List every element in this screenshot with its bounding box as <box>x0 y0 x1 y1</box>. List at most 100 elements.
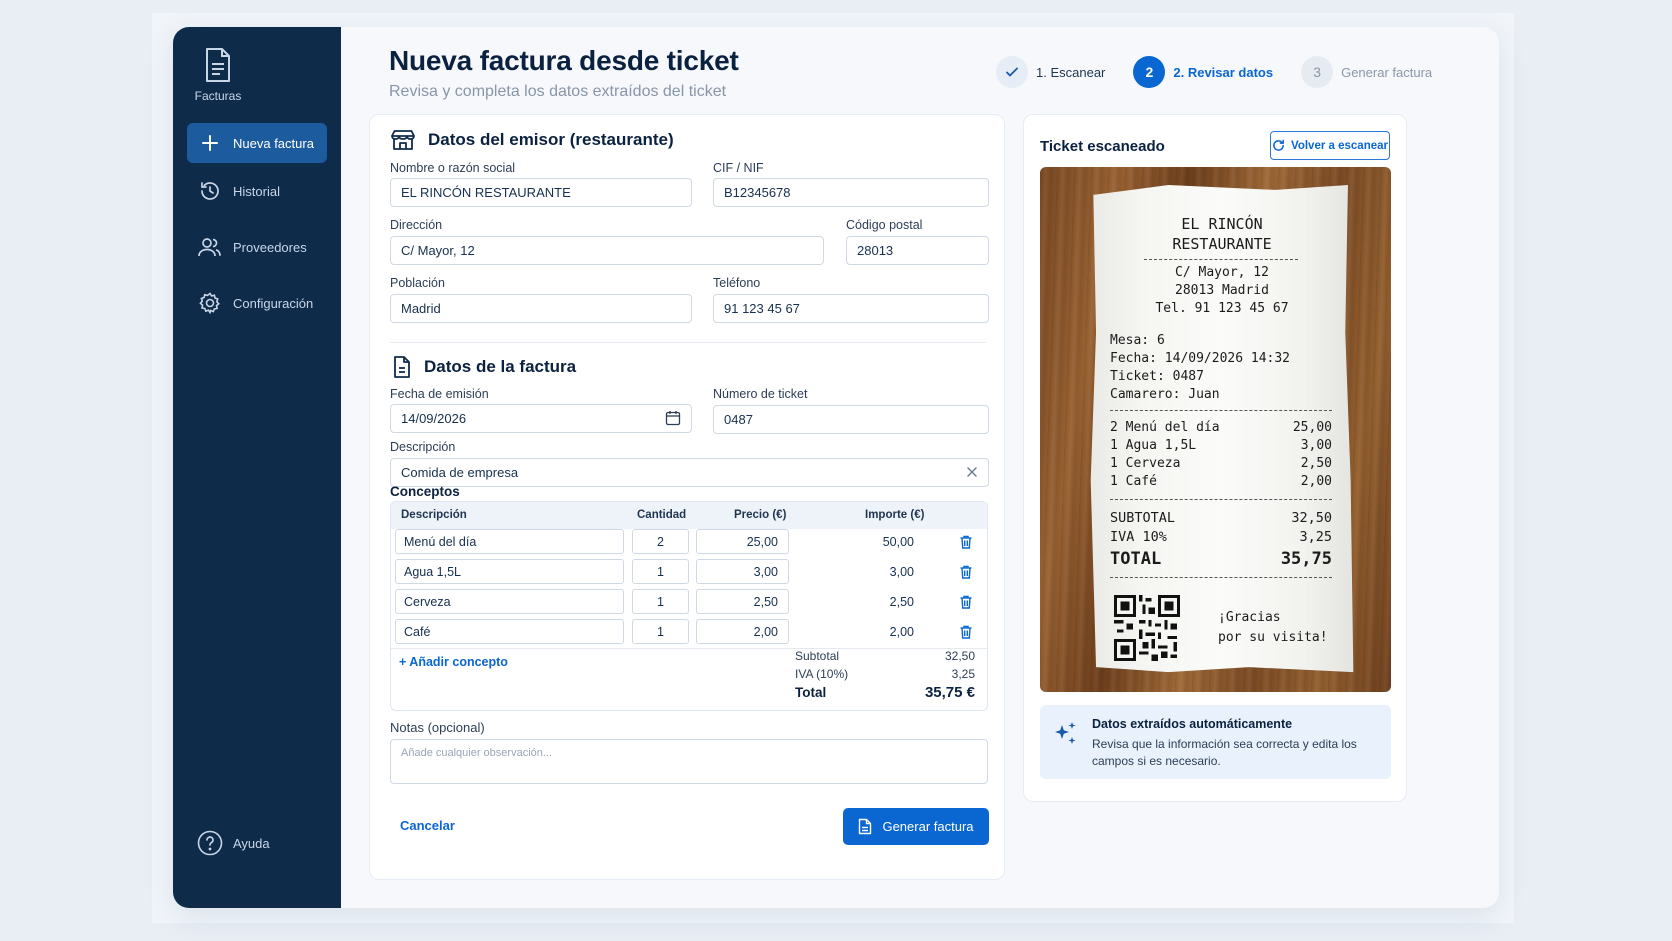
receipt-item-amount: 25,00 <box>1292 420 1332 435</box>
direccion-input[interactable]: C/ Mayor, 12 <box>390 236 824 265</box>
row-precio-input[interactable]: 25,00 <box>696 529 789 554</box>
receipt-divider <box>1144 259 1298 260</box>
row-descripcion-input[interactable]: Agua 1,5L <box>395 559 624 584</box>
calendar-icon[interactable] <box>665 410 681 429</box>
sidebar-item-nueva-factura[interactable]: Nueva factura <box>187 123 327 163</box>
col-descripcion: Descripción <box>401 509 467 521</box>
descripcion-label: Descripción <box>390 440 456 454</box>
step-generar-factura[interactable]: 3 Generar factura <box>1301 56 1432 88</box>
receipt-total-label: TOTAL <box>1110 549 1162 569</box>
receipt-item-amount: 3,00 <box>1300 438 1332 453</box>
sparkles-icon <box>1055 722 1076 744</box>
sidebar: Facturas Nueva factura Historial Proveed… <box>173 27 341 908</box>
ticket-card-title: Ticket escaneado <box>1040 138 1165 155</box>
receipt-divider <box>1110 499 1332 500</box>
row-descripcion-input[interactable]: Café <box>395 619 624 644</box>
sidebar-item-label: Ayuda <box>233 835 270 851</box>
qr-code-icon <box>1114 595 1180 661</box>
row-importe: 50,00 <box>795 529 925 554</box>
step-label: 2. Revisar datos <box>1173 64 1274 80</box>
cp-input[interactable]: 28013 <box>846 236 989 265</box>
sidebar-item-ayuda[interactable]: Ayuda <box>187 823 327 863</box>
fecha-label: Fecha de emisión <box>390 387 489 401</box>
gear-icon <box>195 291 225 315</box>
nombre-label: Nombre o razón social <box>390 161 516 175</box>
generate-label: Generar factura <box>882 819 974 834</box>
auto-extract-info: Datos extraídos automáticamente Revisa q… <box>1040 705 1391 779</box>
rescan-button[interactable]: Volver a escanear <box>1270 131 1390 160</box>
col-precio: Precio (€) <box>734 509 787 521</box>
step-label: 1. Escanear <box>1036 64 1106 80</box>
row-descripcion-input[interactable]: Menú del día <box>395 529 624 554</box>
main-content: Nueva factura desde ticket Revisa y comp… <box>341 27 1499 908</box>
cif-input[interactable]: B12345678 <box>713 178 989 207</box>
store-icon <box>390 129 416 151</box>
nombre-input[interactable]: EL RINCÓN RESTAURANTE <box>390 178 692 207</box>
trash-icon[interactable] <box>958 534 974 550</box>
progress-stepper: 1. Escanear 2 2. Revisar datos 3 Generar… <box>996 56 1460 88</box>
receipt-thanks-line1: ¡Gracias <box>1218 610 1281 625</box>
receipt-item-desc: 1 Agua 1,5L <box>1110 438 1197 453</box>
row-importe: 2,00 <box>795 619 925 644</box>
row-precio-input[interactable]: 3,00 <box>696 559 789 584</box>
row-precio-input[interactable]: 2,00 <box>696 619 789 644</box>
receipt-camarero: Camarero: Juan <box>1110 387 1220 402</box>
telefono-input[interactable]: 91 123 45 67 <box>713 294 989 323</box>
conceptos-heading: Conceptos <box>390 484 460 499</box>
step-escanear[interactable]: 1. Escanear <box>996 56 1105 88</box>
cancel-button[interactable]: Cancelar <box>400 818 455 833</box>
ticket-photo: EL RINCÓN RESTAURANTE C/ Mayor, 12 28013… <box>1040 167 1391 692</box>
cif-label: CIF / NIF <box>713 161 764 175</box>
trash-icon[interactable] <box>958 594 974 610</box>
app-window: Facturas Nueva factura Historial Proveed… <box>173 27 1499 908</box>
notas-label: Notas (opcional) <box>390 720 485 735</box>
receipt-divider <box>1110 577 1332 578</box>
receipt-item-desc: 1 Café <box>1110 474 1157 489</box>
fecha-value: 14/09/2026 <box>401 411 467 426</box>
receipt-name-line1: EL RINCÓN <box>1181 215 1263 233</box>
step-revisar-datos[interactable]: 2 2. Revisar datos <box>1133 56 1273 88</box>
row-cantidad-input[interactable]: 1 <box>632 559 689 584</box>
sidebar-item-label: Nueva factura <box>233 135 314 151</box>
trash-icon[interactable] <box>958 624 974 640</box>
row-importe: 2,50 <box>795 589 925 614</box>
receipt-item-desc: 1 Cerveza <box>1110 456 1181 471</box>
row-precio-input[interactable]: 2,50 <box>696 589 789 614</box>
sidebar-item-label: Proveedores <box>233 239 307 255</box>
document-icon <box>392 355 412 379</box>
divider <box>390 342 986 343</box>
fecha-input[interactable]: 14/09/2026 <box>390 404 692 433</box>
sidebar-item-label: Configuración <box>233 295 314 311</box>
receipt-address: C/ Mayor, 12 <box>1175 265 1269 280</box>
receipt-subtotal-label: SUBTOTAL <box>1110 510 1176 526</box>
receipt-item-desc: 2 Menú del día <box>1110 420 1220 435</box>
section-title: Datos de la factura <box>424 357 577 376</box>
iva-label: IVA (10%) <box>795 667 849 681</box>
row-descripcion-input[interactable]: Cerveza <box>395 589 624 614</box>
notas-textarea[interactable]: Añade cualquier observación... <box>390 739 988 784</box>
receipt-subtotal: 32,50 <box>1291 510 1332 526</box>
row-cantidad-input[interactable]: 1 <box>632 619 689 644</box>
generate-invoice-button[interactable]: Generar factura <box>843 808 989 845</box>
sidebar-item-proveedores[interactable]: Proveedores <box>187 227 327 267</box>
sidebar-item-configuracion[interactable]: Configuración <box>187 283 327 323</box>
receipt-ticket: Ticket: 0487 <box>1110 369 1204 384</box>
receipt-item-amount: 2,50 <box>1300 456 1332 471</box>
sidebar-item-historial[interactable]: Historial <box>187 171 327 211</box>
receipt-name-line2: RESTAURANTE <box>1172 235 1272 253</box>
sidebar-brand: Facturas <box>173 47 263 103</box>
row-cantidad-input[interactable]: 2 <box>632 529 689 554</box>
descripcion-input[interactable]: Comida de empresa <box>390 458 989 487</box>
refresh-icon <box>1273 139 1284 151</box>
emisor-heading: Datos del emisor (restaurante) <box>390 129 674 151</box>
users-icon <box>195 235 225 259</box>
row-cantidad-input[interactable]: 1 <box>632 589 689 614</box>
total-value: 35,75 € <box>924 684 975 701</box>
poblacion-input[interactable]: Madrid <box>390 294 692 323</box>
trash-icon[interactable] <box>958 564 974 580</box>
clear-icon[interactable] <box>966 466 978 481</box>
add-concept-link[interactable]: + Añadir concepto <box>399 655 508 669</box>
col-cantidad: Cantidad <box>637 509 687 521</box>
ticket-number-input[interactable]: 0487 <box>713 405 989 434</box>
poblacion-label: Población <box>390 276 445 290</box>
